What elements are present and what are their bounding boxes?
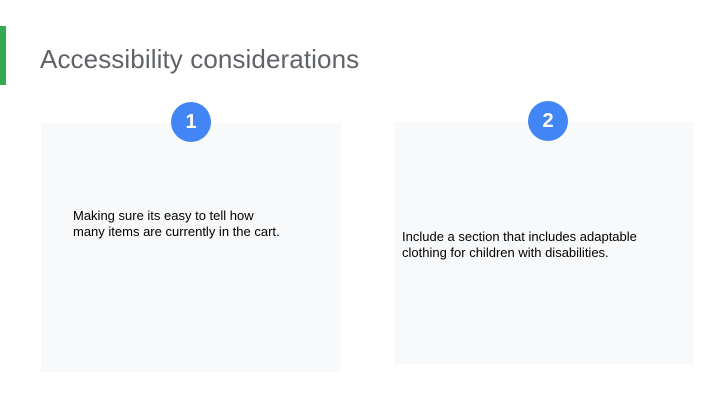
consideration-text-2: Include a section that includes adaptabl… [402,229,637,260]
title-accent-bar [0,26,6,85]
number-badge-2: 2 [528,101,568,141]
consideration-card-1 [41,123,341,372]
consideration-text-1: Making sure its easy to tell how many it… [73,208,280,239]
slide-title: Accessibility considerations [40,44,360,74]
number-badge-1: 1 [171,102,211,142]
